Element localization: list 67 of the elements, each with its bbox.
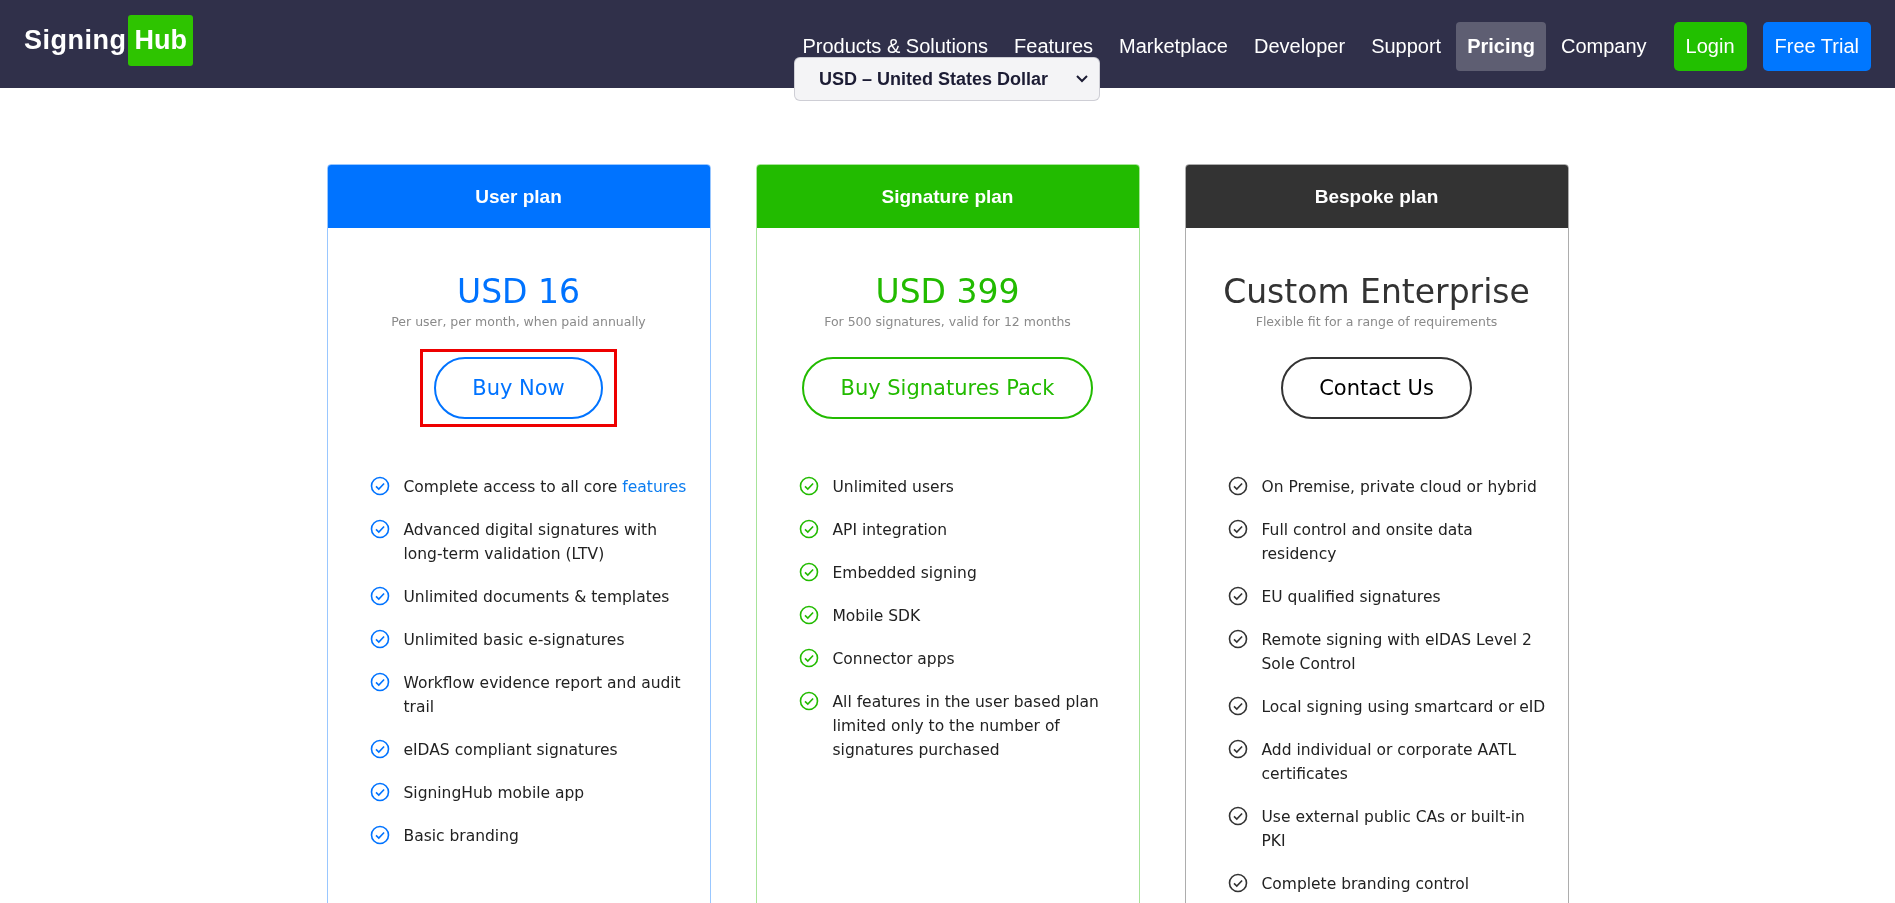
- feature-text: Add individual or corporate AATL certificates: [1261, 740, 1518, 786]
- nav-link[interactable]: Company: [1550, 32, 1658, 60]
- feature-text: Mobile SDK: [832, 606, 922, 628]
- feature-text: Use external public CAs or built-in PKI: [1261, 807, 1526, 853]
- check-circle-icon: [798, 691, 819, 712]
- plan-title: Signature plan: [756, 165, 1139, 228]
- check-circle-icon: [798, 476, 819, 497]
- features-link[interactable]: features: [622, 478, 687, 497]
- logo-text[interactable]: Signing: [24, 24, 127, 56]
- plan-note: For 500 signatures, valid for 12 months: [824, 314, 1071, 330]
- feature-text: All features in the user based plan limited only to the number of signatures purchased: [832, 692, 1100, 762]
- check-circle-icon: [1227, 476, 1248, 497]
- check-circle-icon: [369, 825, 390, 846]
- check-circle-icon: [369, 739, 390, 760]
- feature-text: On Premise, private cloud or hybrid: [1261, 477, 1538, 499]
- nav-link[interactable]: Marketplace: [1108, 32, 1239, 60]
- feature-text: Unlimited basic e-signatures: [403, 630, 626, 652]
- feature-text: Complete branding control: [1261, 874, 1471, 896]
- feature-text: Connector apps: [832, 649, 956, 671]
- check-circle-icon: [369, 672, 390, 693]
- chevron-down-icon: [1075, 74, 1089, 84]
- feature-text: Local signing using smartcard or eID: [1261, 697, 1547, 719]
- check-circle-icon: [1227, 739, 1248, 760]
- check-circle-icon: [1227, 696, 1248, 717]
- feature-text: Basic branding: [403, 826, 520, 848]
- feature-text: Embedded signing: [832, 563, 978, 585]
- nav-link[interactable]: Pricing: [1456, 21, 1546, 71]
- feature-text: API integration: [832, 520, 949, 542]
- nav-link[interactable]: Features: [1003, 32, 1104, 60]
- feature-text: Workflow evidence report and audit trail: [403, 673, 682, 719]
- currency-select[interactable]: USD – United States Dollar: [794, 57, 1100, 101]
- nav-link[interactable]: Developer: [1242, 32, 1357, 60]
- feature-text: SigningHub mobile app: [403, 783, 586, 805]
- check-circle-icon: [369, 519, 390, 540]
- check-circle-icon: [369, 782, 390, 803]
- plan-button[interactable]: Buy Now: [434, 357, 603, 420]
- check-circle-icon: [369, 476, 390, 497]
- check-circle-icon: [798, 648, 819, 669]
- plan-price: Custom Enterprise: [1223, 274, 1530, 311]
- feature-text: Unlimited documents & templates: [403, 587, 671, 609]
- check-circle-icon: [798, 605, 819, 626]
- feature-text: Advanced digital signatures with long-term validation (LTV): [403, 520, 658, 566]
- check-circle-icon: [798, 519, 819, 540]
- free-trial-button[interactable]: Free Trial: [1762, 21, 1871, 71]
- nav-link[interactable]: Products & Solutions: [791, 32, 1000, 60]
- check-circle-icon: [1227, 519, 1248, 540]
- check-circle-icon: [1227, 873, 1248, 894]
- check-circle-icon: [369, 629, 390, 650]
- feature-text: eIDAS compliant signatures: [403, 740, 619, 762]
- plan-price: USD 16: [457, 274, 580, 311]
- feature-text: Full control and onsite data residency: [1261, 520, 1474, 566]
- plan-title: Bespoke plan: [1185, 165, 1568, 228]
- feature-text: EU qualified signatures: [1261, 587, 1442, 609]
- feature-text: Unlimited users: [832, 477, 955, 499]
- plan-note: Flexible fit for a range of requirements: [1255, 314, 1498, 330]
- check-circle-icon: [1227, 586, 1248, 607]
- check-circle-icon: [1227, 629, 1248, 650]
- nav-link[interactable]: Support: [1360, 32, 1453, 60]
- feature-text: Remote signing with eIDAS Level 2 Sole Control: [1261, 630, 1533, 676]
- check-circle-icon: [1227, 806, 1248, 827]
- feature-text: Complete access to all core features: [403, 477, 688, 499]
- plan-note: Per user, per month, when paid annually: [391, 314, 646, 330]
- check-circle-icon: [798, 562, 819, 583]
- plan-title: User plan: [327, 165, 710, 228]
- plan-button[interactable]: Contact Us: [1281, 357, 1472, 420]
- plan-price: USD 399: [875, 274, 1020, 311]
- check-circle-icon: [369, 586, 390, 607]
